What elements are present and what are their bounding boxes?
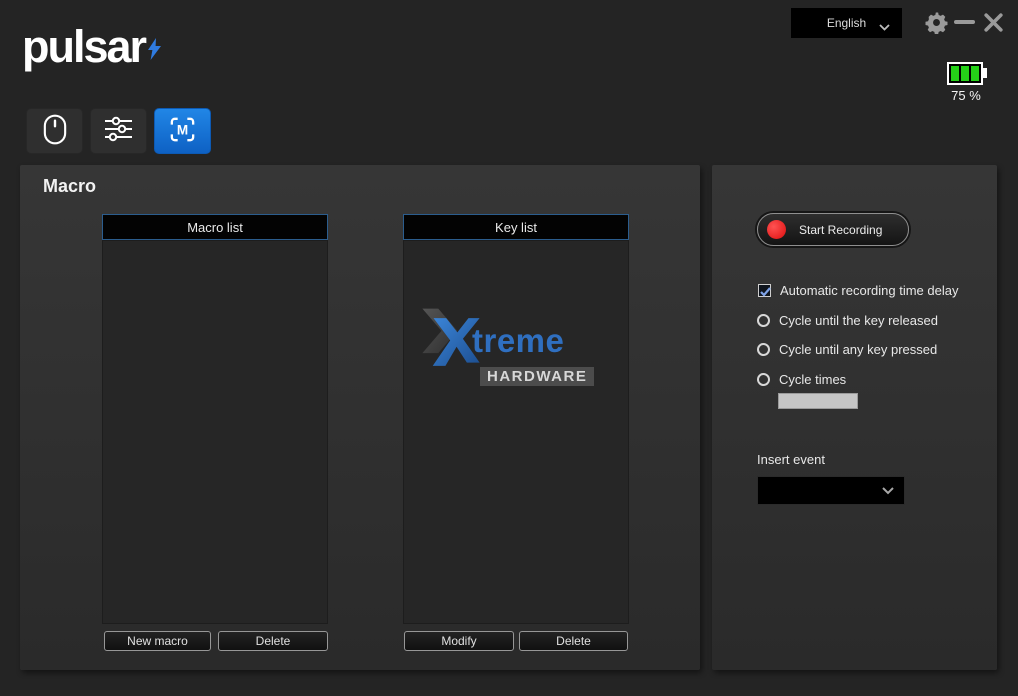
- mouse-icon: [43, 113, 67, 149]
- start-recording-label: Start Recording: [799, 222, 883, 237]
- record-dot-icon: [767, 220, 786, 239]
- insert-event-label: Insert event: [757, 452, 825, 467]
- cycle-until-released-row[interactable]: Cycle until the key released: [757, 313, 938, 328]
- recording-panel: Start Recording Automatic recording time…: [712, 165, 997, 670]
- key-delete-button[interactable]: Delete: [519, 631, 628, 651]
- sliders-icon: [103, 116, 134, 146]
- battery-icon: [947, 62, 987, 85]
- chevron-down-icon: [882, 482, 894, 500]
- macro-list[interactable]: [102, 240, 328, 624]
- battery-bar: [961, 66, 969, 81]
- tab-mouse[interactable]: [26, 108, 83, 154]
- gear-icon: [925, 12, 948, 37]
- auto-delay-label[interactable]: Automatic recording time delay: [780, 283, 958, 298]
- battery-bar: [971, 66, 979, 81]
- settings-gear-button[interactable]: [924, 11, 948, 35]
- key-list-header: Key list: [403, 214, 629, 240]
- macro-delete-button[interactable]: Delete: [218, 631, 328, 651]
- language-selector[interactable]: English: [791, 8, 902, 38]
- tab-macro[interactable]: M: [154, 108, 211, 154]
- pulsar-logo: pulsar: [22, 21, 162, 72]
- insert-event-dropdown[interactable]: [757, 476, 905, 505]
- xtreme-hardware-watermark: treme HARDWARE: [422, 307, 617, 386]
- new-macro-button[interactable]: New macro: [104, 631, 211, 651]
- logo-text: pulsar: [22, 21, 147, 72]
- key-modify-button[interactable]: Modify: [404, 631, 514, 651]
- page-title: Macro: [43, 176, 97, 196]
- start-recording-button[interactable]: Start Recording: [757, 213, 909, 246]
- macro-panel: Macro Macro list Key list treme HARDWARE…: [20, 165, 700, 670]
- watermark-hardware-text: HARDWARE: [480, 367, 595, 386]
- language-selected-value: English: [826, 16, 867, 30]
- cycle-until-pressed-label[interactable]: Cycle until any key pressed: [779, 342, 937, 357]
- macro-m-icon: M: [167, 114, 198, 148]
- cycle-times-row[interactable]: Cycle times: [757, 372, 846, 387]
- close-icon: [983, 13, 1004, 36]
- auto-delay-checkbox[interactable]: [758, 284, 771, 297]
- cycle-until-released-label[interactable]: Cycle until the key released: [779, 313, 938, 328]
- close-button[interactable]: [982, 12, 1004, 34]
- battery-bar: [951, 66, 959, 81]
- cycle-times-input[interactable]: [778, 393, 858, 409]
- cycle-times-label[interactable]: Cycle times: [779, 372, 846, 387]
- key-list[interactable]: treme HARDWARE: [403, 240, 629, 624]
- lightning-bolt-icon: [148, 22, 162, 67]
- minimize-button[interactable]: [954, 20, 975, 24]
- app-window: pulsar English 75 % M Macro Macro list K…: [0, 0, 1018, 696]
- chevron-down-icon: [879, 20, 890, 34]
- cycle-until-pressed-row[interactable]: Cycle until any key pressed: [757, 342, 937, 357]
- tab-settings[interactable]: [90, 108, 147, 154]
- battery-percent-label: 75 %: [951, 88, 981, 103]
- auto-delay-row[interactable]: Automatic recording time delay: [758, 283, 958, 298]
- svg-text:M: M: [177, 122, 188, 137]
- cycle-times-radio[interactable]: [757, 373, 770, 386]
- watermark-treme-text: treme: [472, 321, 565, 359]
- macro-list-header: Macro list: [102, 214, 328, 240]
- cycle-until-released-radio[interactable]: [757, 314, 770, 327]
- cycle-until-pressed-radio[interactable]: [757, 343, 770, 356]
